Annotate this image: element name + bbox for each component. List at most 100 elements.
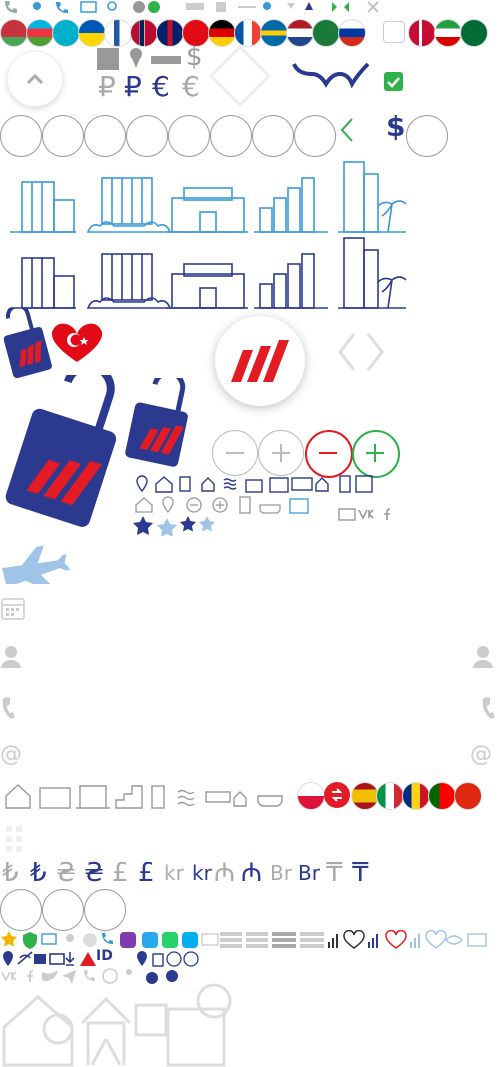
currency-uah-navy: ₴ (84, 858, 105, 888)
circle-button[interactable] (42, 889, 84, 931)
search-icon (107, 1, 117, 11)
phone-gray-icon (2, 697, 15, 719)
flag-ukraine[interactable] (78, 19, 106, 47)
info-icon (183, 951, 199, 967)
airplane-icon (2, 545, 70, 584)
flag-china[interactable] (454, 782, 482, 810)
currency-azn-navy: ₼ (241, 858, 263, 888)
circle-button[interactable] (210, 115, 252, 157)
printer-icon (34, 954, 46, 964)
flag-azerbaijan[interactable] (26, 19, 54, 47)
calendar-icon[interactable] (0, 595, 26, 621)
flag-norway[interactable] (130, 19, 158, 47)
flag-romania[interactable] (402, 782, 430, 810)
circle-button[interactable] (252, 115, 294, 157)
skyscraper-clouds-icon (86, 253, 172, 309)
circle-button[interactable] (84, 889, 126, 931)
price-tag-icon (3, 327, 52, 379)
at-sign-icon: @ (470, 742, 492, 767)
circle-button[interactable] (0, 115, 42, 157)
finance-illustrations (2, 983, 232, 1067)
apartment-icon (269, 477, 289, 493)
mail-gray-icon (201, 933, 219, 946)
shower-icon (216, 2, 226, 12)
flag-uk[interactable] (156, 19, 184, 47)
globe-icon (83, 933, 97, 947)
circle-button[interactable] (126, 115, 168, 157)
dollar-coin-icon (196, 983, 232, 1019)
flag-spain[interactable] (351, 782, 379, 810)
telegram-icon (142, 932, 158, 948)
circle-button[interactable] (294, 115, 336, 157)
house-price-icon (2, 994, 74, 1067)
pin-tail-icon (131, 56, 141, 68)
checked-checkbox[interactable] (384, 72, 403, 91)
currency-byn-navy: Br (298, 861, 320, 885)
flag-netherlands[interactable] (286, 19, 314, 47)
currency-try-gray: ₺ (2, 858, 19, 888)
star-small-filled-icon (180, 516, 196, 532)
currency-gbp-gray: £ (112, 858, 129, 888)
flag-kazakhstan[interactable] (52, 19, 80, 47)
trash-icon (152, 953, 164, 967)
flag-denmark[interactable] (408, 19, 436, 47)
social-icons-gray (338, 508, 391, 521)
circle-button[interactable] (84, 115, 126, 157)
flag-poland[interactable] (297, 782, 325, 810)
empty-checkbox[interactable] (383, 21, 405, 43)
circle-button[interactable] (42, 115, 84, 157)
circle-button[interactable] (168, 115, 210, 157)
refresh-icon[interactable] (324, 782, 350, 808)
office-tower-icon (10, 181, 76, 233)
star-small-light-icon (199, 516, 215, 532)
grid-dots-icon (6, 826, 22, 852)
location-navy-icon (137, 951, 147, 966)
currency-kzt-navy: ₸ (352, 858, 369, 888)
phone-blue-icon (56, 2, 68, 13)
zoom-out-button-red[interactable] (305, 430, 353, 478)
flag-arab-league[interactable] (312, 19, 340, 47)
currency-azn-gray: ₼ (214, 858, 236, 888)
zoom-in-button[interactable] (258, 430, 304, 476)
flag-italy[interactable] (376, 782, 404, 810)
twitter-icon (42, 970, 58, 981)
zoom-out-button[interactable] (212, 430, 258, 476)
brand-logo-button[interactable] (215, 316, 305, 406)
hotel-palm-icon (338, 161, 407, 233)
telegram-gray-icon (62, 970, 76, 984)
brace-icons (292, 62, 370, 88)
flag-sweden[interactable] (260, 19, 288, 47)
collapse-icon (332, 2, 349, 12)
tower-icon (339, 475, 351, 493)
scroll-up-button[interactable] (7, 51, 63, 107)
shield-check-icon (23, 932, 37, 949)
user-icon (473, 646, 493, 668)
dollar-navy-icon: $ (386, 110, 406, 143)
info-icon (166, 951, 182, 967)
circle-button[interactable] (0, 889, 42, 931)
property-type-icons (5, 784, 283, 809)
zoom-in-button-green[interactable] (352, 430, 400, 478)
house-building-icon (166, 263, 248, 309)
flag-saudi-arabia[interactable] (460, 19, 488, 47)
bed-icon (151, 56, 181, 64)
feature-icon-row-1 (136, 475, 373, 493)
flag-finland[interactable] (104, 19, 132, 47)
minus-icon (319, 452, 337, 454)
flag-portugal[interactable] (428, 782, 456, 810)
building-illustrations-navy (10, 237, 407, 309)
chevron-left-icon[interactable] (336, 115, 358, 145)
city-bars-icon (254, 253, 328, 309)
house-building-icon (166, 187, 248, 233)
currency-rub-navy: ₽ (124, 70, 142, 103)
flag-germany[interactable] (208, 19, 236, 47)
flag-belarus[interactable] (0, 19, 28, 47)
flag-iran[interactable] (434, 19, 462, 47)
flag-russia[interactable] (338, 19, 366, 47)
brand-tag-small (3, 308, 103, 379)
door-icon (151, 785, 165, 809)
viber-icon (120, 932, 136, 948)
list-view-icons (220, 932, 324, 948)
flag-france[interactable] (234, 19, 262, 47)
circle-button[interactable] (406, 115, 448, 157)
